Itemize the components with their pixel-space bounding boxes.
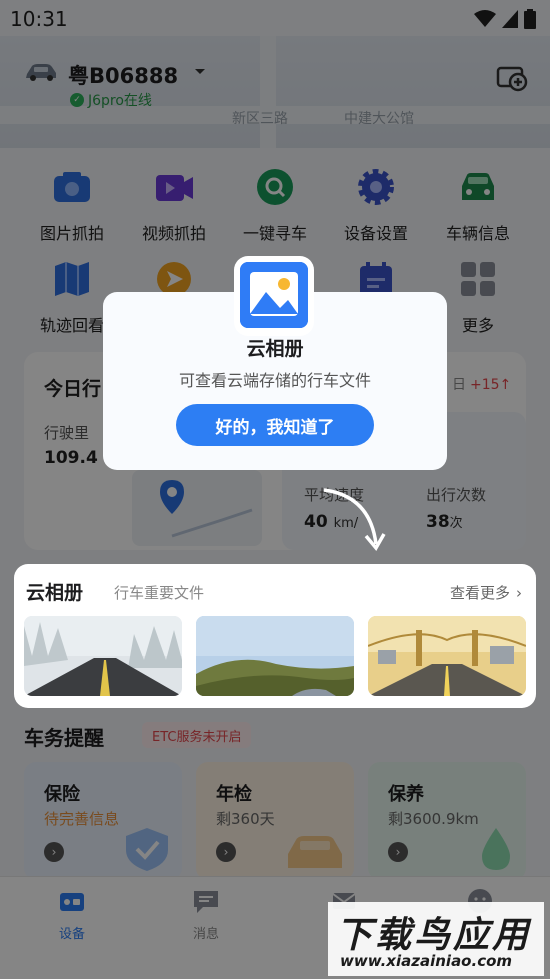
album-photo-road-snow: [24, 616, 182, 696]
gallery-icon: [240, 262, 308, 328]
view-more-label: 查看更多: [449, 584, 510, 602]
chevron-right-icon: ›: [516, 583, 522, 602]
album-title: 云相册: [26, 582, 84, 604]
dialog-confirm-button[interactable]: 好的，我知道了: [176, 404, 374, 446]
watermark-title: 下载鸟应用: [336, 915, 532, 956]
gallery-icon-art: [240, 262, 308, 328]
album-thumbnail[interactable]: [196, 616, 354, 696]
album-photo-hills: [196, 616, 354, 696]
modal-backdrop[interactable]: [0, 0, 550, 979]
guide-arrow-icon: [323, 488, 386, 552]
dialog-title: 云相册: [246, 338, 304, 360]
album-photo-bridge: [368, 616, 526, 696]
watermark: 下载鸟应用 www.xiazainiao.com: [328, 902, 544, 976]
album-subtitle: 行车重要文件: [114, 584, 205, 602]
album-thumbnail[interactable]: [24, 616, 182, 696]
album-thumbnail[interactable]: [368, 616, 526, 696]
watermark-url: www.xiazainiao.com: [340, 952, 513, 970]
dialog-description: 可查看云端存储的行车文件: [178, 371, 371, 390]
cloud-album-card[interactable]: 云相册 行车重要文件 查看更多 ›: [14, 564, 536, 708]
view-more-link[interactable]: 查看更多 ›: [450, 582, 522, 603]
